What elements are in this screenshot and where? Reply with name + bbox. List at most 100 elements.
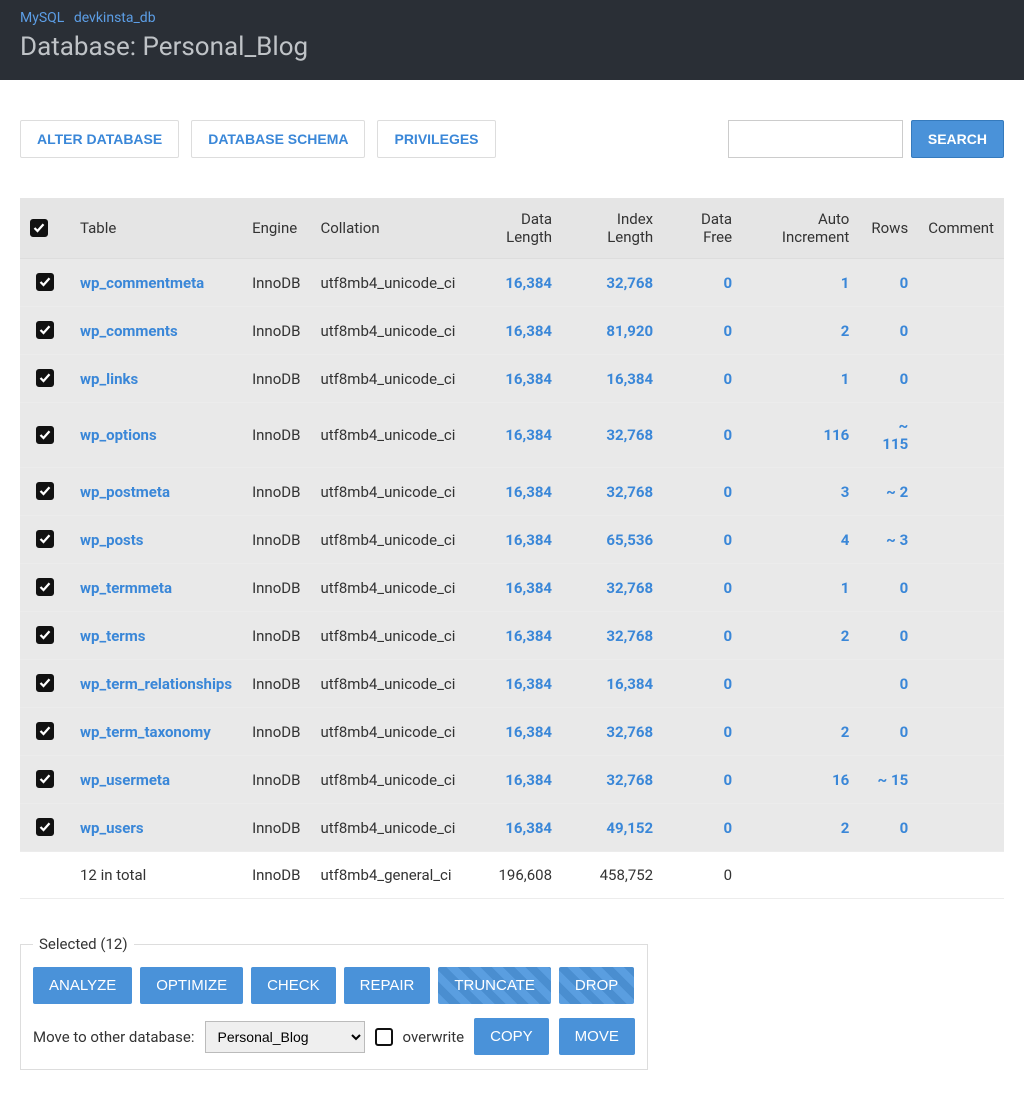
footer-engine: InnoDB	[242, 852, 310, 899]
optimize-button[interactable]: OPTIMIZE	[140, 967, 243, 1004]
footer-data-free: 0	[663, 852, 742, 899]
privileges-button[interactable]: PRIVILEGES	[377, 120, 495, 158]
cell-auto-increment: 3	[742, 468, 859, 516]
table-link[interactable]: wp_term_relationships	[80, 675, 232, 693]
row-checkbox[interactable]	[36, 369, 54, 387]
cell-collation: utf8mb4_unicode_ci	[310, 564, 465, 612]
row-checkbox[interactable]	[36, 273, 54, 291]
table-link[interactable]: wp_commentmeta	[80, 274, 204, 292]
table-link[interactable]: wp_users	[80, 819, 144, 837]
cell-data-free: 0	[663, 516, 742, 564]
truncate-button[interactable]: TRUNCATE	[438, 967, 551, 1004]
cell-index-length: 16,384	[562, 355, 663, 403]
breadcrumb-server[interactable]: MySQL	[20, 10, 64, 26]
row-checkbox[interactable]	[36, 770, 54, 788]
cell-auto-increment: 4	[742, 516, 859, 564]
row-checkbox[interactable]	[36, 818, 54, 836]
row-checkbox[interactable]	[36, 426, 54, 444]
col-rows[interactable]: Rows	[859, 198, 918, 259]
target-database-select[interactable]: Personal_Blog	[205, 1021, 365, 1053]
selected-legend: Selected (12)	[33, 935, 134, 953]
col-engine[interactable]: Engine	[242, 198, 310, 259]
cell-index-length: 32,768	[562, 756, 663, 804]
cell-engine: InnoDB	[242, 756, 310, 804]
cell-auto-increment: 116	[742, 403, 859, 468]
cell-engine: InnoDB	[242, 468, 310, 516]
cell-collation: utf8mb4_unicode_ci	[310, 403, 465, 468]
col-data-length[interactable]: Data Length	[465, 198, 562, 259]
row-checkbox[interactable]	[36, 530, 54, 548]
analyze-button[interactable]: ANALYZE	[33, 967, 132, 1004]
cell-comment	[918, 307, 1004, 355]
cell-auto-increment: 2	[742, 307, 859, 355]
col-table[interactable]: Table	[70, 198, 242, 259]
cell-rows: 0	[859, 564, 918, 612]
copy-button[interactable]: COPY	[474, 1018, 549, 1055]
table-link[interactable]: wp_term_taxonomy	[80, 723, 211, 741]
cell-rows: 0	[859, 708, 918, 756]
table-link[interactable]: wp_termmeta	[80, 579, 172, 597]
repair-button[interactable]: REPAIR	[344, 967, 431, 1004]
cell-engine: InnoDB	[242, 612, 310, 660]
table-row: wp_linksInnoDButf8mb4_unicode_ci16,38416…	[20, 355, 1004, 403]
cell-engine: InnoDB	[242, 355, 310, 403]
cell-comment	[918, 612, 1004, 660]
table-link[interactable]: wp_comments	[80, 322, 178, 340]
footer-total: 12 in total	[70, 852, 242, 899]
database-schema-button[interactable]: DATABASE SCHEMA	[191, 120, 365, 158]
cell-collation: utf8mb4_unicode_ci	[310, 307, 465, 355]
row-checkbox[interactable]	[36, 482, 54, 500]
table-link[interactable]: wp_links	[80, 370, 138, 388]
cell-comment	[918, 804, 1004, 852]
search-input[interactable]	[728, 120, 903, 158]
col-data-free[interactable]: Data Free	[663, 198, 742, 259]
cell-comment	[918, 564, 1004, 612]
cell-data-length: 16,384	[465, 516, 562, 564]
footer-rows	[859, 852, 918, 899]
select-all-checkbox[interactable]	[30, 219, 48, 237]
cell-data-length: 16,384	[465, 708, 562, 756]
cell-data-length: 16,384	[465, 259, 562, 307]
table-link[interactable]: wp_usermeta	[80, 771, 170, 789]
table-row: wp_postsInnoDButf8mb4_unicode_ci16,38465…	[20, 516, 1004, 564]
footer-auto-increment	[742, 852, 859, 899]
cell-comment	[918, 259, 1004, 307]
table-link[interactable]: wp_postmeta	[80, 483, 170, 501]
row-checkbox[interactable]	[36, 626, 54, 644]
cell-rows: 0	[859, 660, 918, 708]
search-button[interactable]: SEARCH	[911, 120, 1004, 158]
cell-auto-increment: 2	[742, 612, 859, 660]
cell-comment	[918, 355, 1004, 403]
cell-data-length: 16,384	[465, 307, 562, 355]
drop-button[interactable]: DROP	[559, 967, 634, 1004]
cell-data-free: 0	[663, 307, 742, 355]
cell-index-length: 81,920	[562, 307, 663, 355]
overwrite-checkbox[interactable]	[375, 1028, 393, 1046]
alter-database-button[interactable]: ALTER DATABASE	[20, 120, 179, 158]
table-row: wp_termsInnoDButf8mb4_unicode_ci16,38432…	[20, 612, 1004, 660]
row-checkbox[interactable]	[36, 722, 54, 740]
cell-auto-increment: 16	[742, 756, 859, 804]
table-link[interactable]: wp_terms	[80, 627, 146, 645]
col-auto-increment[interactable]: Auto Increment	[742, 198, 859, 259]
table-link[interactable]: wp_options	[80, 426, 157, 444]
page-title: Database: Personal_Blog	[20, 32, 1004, 62]
cell-engine: InnoDB	[242, 564, 310, 612]
table-link[interactable]: wp_posts	[80, 531, 144, 549]
row-checkbox[interactable]	[36, 321, 54, 339]
cell-collation: utf8mb4_unicode_ci	[310, 756, 465, 804]
check-button[interactable]: CHECK	[251, 967, 336, 1004]
cell-data-length: 16,384	[465, 756, 562, 804]
cell-collation: utf8mb4_unicode_ci	[310, 516, 465, 564]
move-button[interactable]: MOVE	[559, 1018, 635, 1055]
cell-collation: utf8mb4_unicode_ci	[310, 612, 465, 660]
cell-data-free: 0	[663, 708, 742, 756]
col-collation[interactable]: Collation	[310, 198, 465, 259]
row-checkbox[interactable]	[36, 578, 54, 596]
cell-collation: utf8mb4_unicode_ci	[310, 660, 465, 708]
move-label: Move to other database:	[33, 1028, 195, 1046]
row-checkbox[interactable]	[36, 674, 54, 692]
breadcrumb-database[interactable]: devkinsta_db	[74, 10, 156, 26]
col-index-length[interactable]: Index Length	[562, 198, 663, 259]
col-comment[interactable]: Comment	[918, 198, 1004, 259]
